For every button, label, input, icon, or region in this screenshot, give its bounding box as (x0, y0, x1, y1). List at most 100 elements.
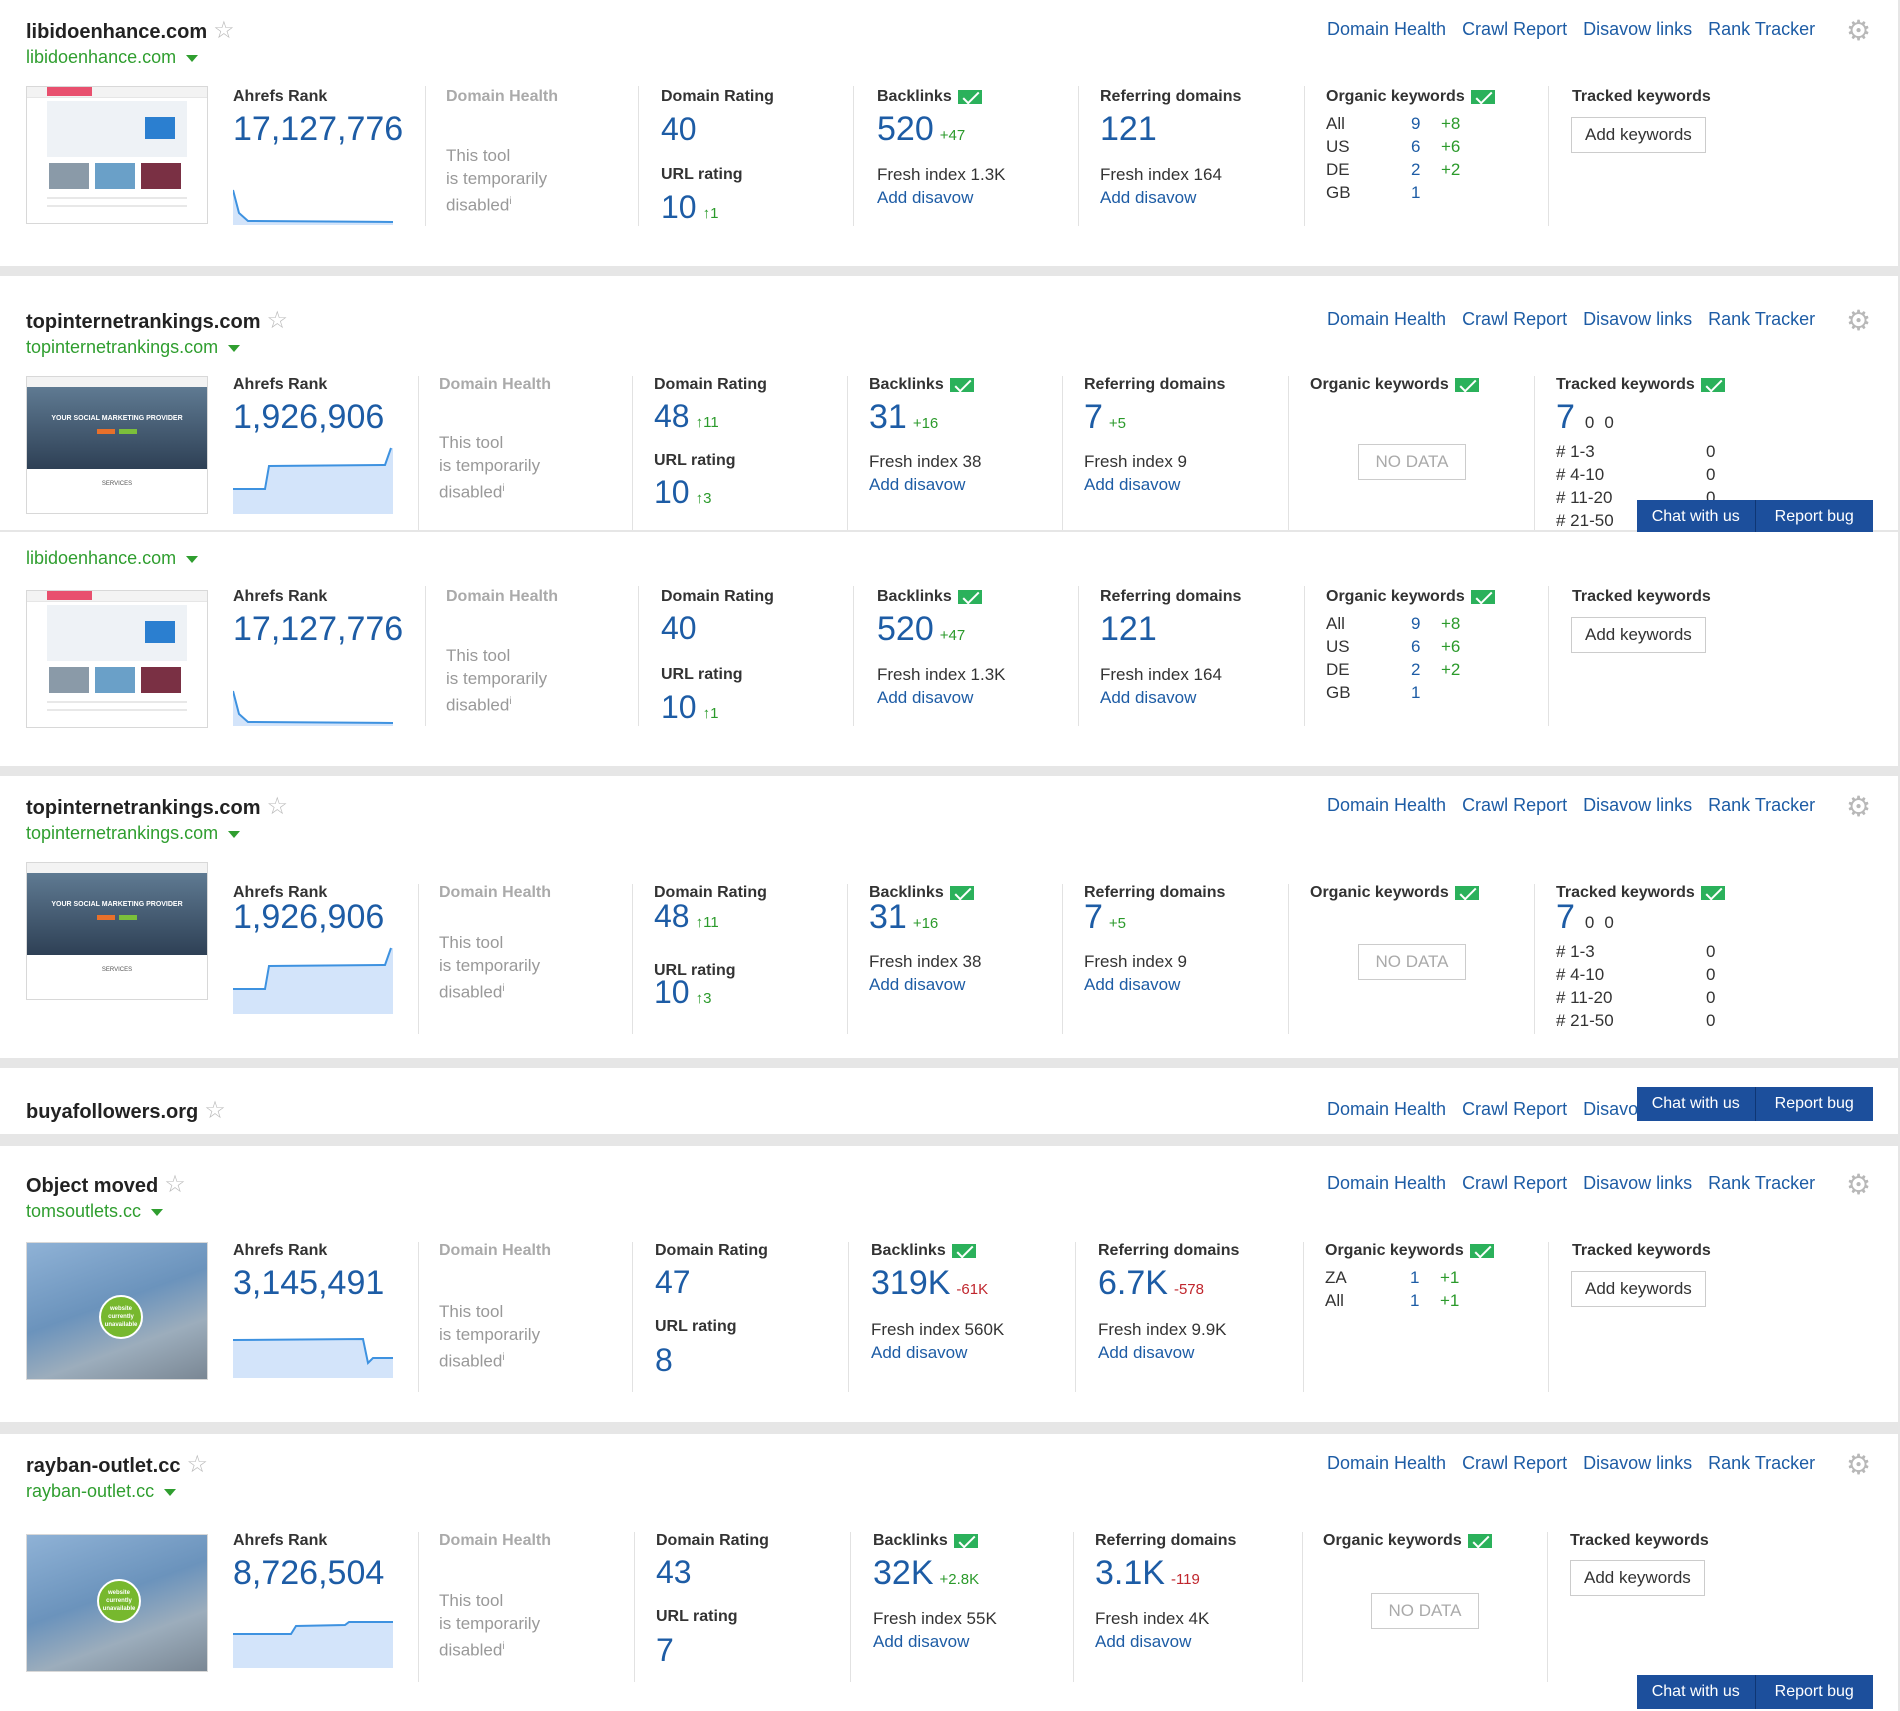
chat-with-us-button[interactable]: Chat with us (1637, 1675, 1756, 1709)
domain-health-link[interactable]: Domain Health (1327, 1453, 1446, 1473)
site-title[interactable]: topinternetrankings.com ☆ (26, 306, 288, 335)
site-title[interactable]: libidoenhance.com ☆ (26, 16, 235, 45)
tracked-keywords-value[interactable]: 700 (1556, 398, 1614, 437)
envelope-icon[interactable] (951, 1243, 976, 1258)
envelope-icon[interactable] (1454, 885, 1479, 900)
url-rating-value[interactable]: 8 (655, 1342, 673, 1379)
url-rating-value[interactable]: 10 ↑3 (654, 474, 711, 511)
chevron-down-icon[interactable] (151, 1208, 164, 1216)
add-disavow-link[interactable]: Add disavow (871, 1343, 1004, 1366)
chat-with-us-button[interactable]: Chat with us (1637, 1087, 1756, 1121)
info-icon[interactable]: i (502, 483, 504, 494)
info-icon[interactable]: i (502, 1352, 504, 1363)
referring-domains-value[interactable]: 7 +5 (1084, 398, 1126, 437)
domain-rating-value[interactable]: 47 (655, 1264, 691, 1301)
gear-icon[interactable]: ⚙ (1846, 790, 1871, 823)
url-rating-value[interactable]: 10 ↑3 (654, 974, 711, 1011)
rank-tracker-link[interactable]: Rank Tracker (1708, 1453, 1815, 1473)
add-keywords-button[interactable]: Add keywords (1571, 617, 1706, 653)
ahrefs-rank-value[interactable]: 3,145,491 (233, 1264, 384, 1303)
url-rating-value[interactable]: 10 ↑1 (661, 689, 718, 726)
envelope-icon[interactable] (1469, 1243, 1494, 1258)
disavow-links-link[interactable]: Disavow links (1583, 795, 1692, 815)
add-disavow-link[interactable]: Add disavow (877, 688, 1006, 711)
star-icon[interactable]: ☆ (213, 17, 235, 44)
envelope-icon[interactable] (957, 589, 982, 604)
site-url[interactable]: topinternetrankings.com (26, 823, 241, 844)
ahrefs-rank-value[interactable]: 1,926,906 (233, 898, 384, 937)
url-rating-value[interactable]: 10 ↑1 (661, 189, 718, 226)
referring-domains-value[interactable]: 121 (1100, 110, 1157, 149)
envelope-icon[interactable] (1467, 1533, 1492, 1548)
backlinks-value[interactable]: 520 +47 (877, 610, 965, 649)
site-url[interactable]: tomsoutlets.cc (26, 1201, 164, 1222)
disavow-links-link[interactable]: Disavow links (1583, 1453, 1692, 1473)
envelope-icon[interactable] (1700, 885, 1725, 900)
chevron-down-icon[interactable] (186, 555, 199, 563)
ahrefs-rank-value[interactable]: 17,127,776 (233, 610, 403, 649)
report-bug-button[interactable]: Report bug (1756, 1675, 1874, 1709)
add-keywords-button[interactable]: Add keywords (1570, 1560, 1705, 1596)
crawl-report-link[interactable]: Crawl Report (1462, 1173, 1567, 1193)
disavow-links-link[interactable]: Disavow links (1583, 1173, 1692, 1193)
report-bug-button[interactable]: Report bug (1756, 500, 1874, 534)
domain-health-link[interactable]: Domain Health (1327, 795, 1446, 815)
add-disavow-link[interactable]: Add disavow (1084, 975, 1187, 998)
crawl-report-link[interactable]: Crawl Report (1462, 19, 1567, 39)
envelope-icon[interactable] (1470, 589, 1495, 604)
crawl-report-link[interactable]: Crawl Report (1462, 1453, 1567, 1473)
chat-with-us-button[interactable]: Chat with us (1637, 500, 1756, 534)
envelope-icon[interactable] (949, 377, 974, 392)
site-title[interactable]: rayban-outlet.cc ☆ (26, 1450, 208, 1479)
chevron-down-icon[interactable] (228, 344, 241, 352)
info-icon[interactable]: i (502, 1641, 504, 1652)
add-disavow-link[interactable]: Add disavow (873, 1632, 997, 1655)
info-icon[interactable]: i (502, 983, 504, 994)
info-icon[interactable]: i (509, 196, 511, 207)
tracked-keywords-value[interactable]: 700 (1556, 898, 1614, 937)
domain-rating-value[interactable]: 43 (656, 1554, 692, 1591)
referring-domains-value[interactable]: 7 +5 (1084, 898, 1126, 937)
add-keywords-button[interactable]: Add keywords (1571, 1271, 1706, 1307)
star-icon[interactable]: ☆ (266, 307, 288, 334)
star-icon[interactable]: ☆ (186, 1451, 208, 1478)
domain-rating-value[interactable]: 48 ↑11 (654, 898, 719, 935)
site-title[interactable]: buyafollowers.org ☆ (26, 1096, 226, 1125)
add-disavow-link[interactable]: Add disavow (869, 475, 981, 498)
add-disavow-link[interactable]: Add disavow (1098, 1343, 1227, 1366)
referring-domains-value[interactable]: 6.7K -578 (1098, 1264, 1204, 1303)
gear-icon[interactable]: ⚙ (1846, 1168, 1871, 1201)
backlinks-value[interactable]: 32K +2.8K (873, 1554, 979, 1593)
site-url[interactable]: topinternetrankings.com (26, 337, 241, 358)
envelope-icon[interactable] (953, 1533, 978, 1548)
domain-health-link[interactable]: Domain Health (1327, 19, 1446, 39)
rank-tracker-link[interactable]: Rank Tracker (1708, 795, 1815, 815)
rank-tracker-link[interactable]: Rank Tracker (1708, 19, 1815, 39)
site-title[interactable]: Object moved ☆ (26, 1170, 186, 1199)
rank-tracker-link[interactable]: Rank Tracker (1708, 1173, 1815, 1193)
chevron-down-icon[interactable] (164, 1488, 177, 1496)
backlinks-value[interactable]: 31 +16 (869, 898, 938, 937)
star-icon[interactable]: ☆ (164, 1171, 186, 1198)
domain-health-link[interactable]: Domain Health (1327, 1099, 1446, 1119)
envelope-icon[interactable] (1700, 377, 1725, 392)
add-disavow-link[interactable]: Add disavow (869, 975, 981, 998)
backlinks-value[interactable]: 520 +47 (877, 110, 965, 149)
ahrefs-rank-value[interactable]: 1,926,906 (233, 398, 384, 437)
ahrefs-rank-value[interactable]: 17,127,776 (233, 110, 403, 149)
add-disavow-link[interactable]: Add disavow (1095, 1632, 1209, 1655)
add-disavow-link[interactable]: Add disavow (1100, 188, 1222, 211)
rank-tracker-link[interactable]: Rank Tracker (1708, 309, 1815, 329)
envelope-icon[interactable] (949, 885, 974, 900)
add-disavow-link[interactable]: Add disavow (1100, 688, 1222, 711)
add-keywords-button[interactable]: Add keywords (1571, 117, 1706, 153)
disavow-links-link[interactable]: Disavow links (1583, 309, 1692, 329)
domain-rating-value[interactable]: 40 (661, 610, 697, 647)
star-icon[interactable]: ☆ (204, 1097, 226, 1124)
chevron-down-icon[interactable] (186, 54, 199, 62)
backlinks-value[interactable]: 31 +16 (869, 398, 938, 437)
site-url[interactable]: rayban-outlet.cc (26, 1481, 177, 1502)
gear-icon[interactable]: ⚙ (1846, 304, 1871, 337)
add-disavow-link[interactable]: Add disavow (877, 188, 1006, 211)
envelope-icon[interactable] (957, 89, 982, 104)
